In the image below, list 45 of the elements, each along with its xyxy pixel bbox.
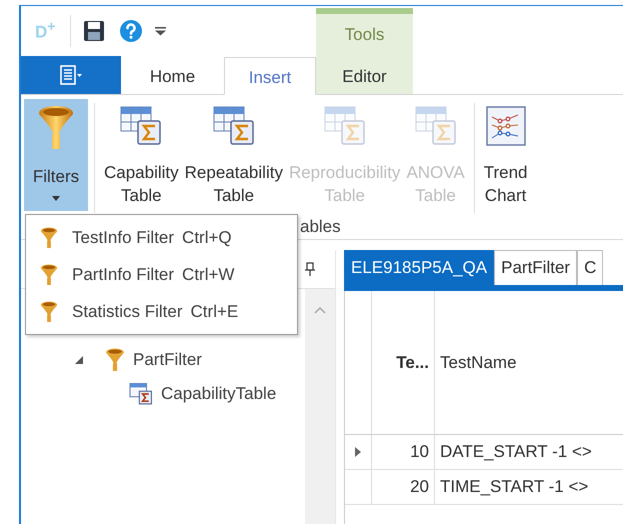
contextual-group-label: Tools <box>344 25 384 45</box>
dropdown-caret-icon <box>52 196 60 201</box>
help-icon[interactable] <box>118 19 143 43</box>
document-icon <box>60 65 82 85</box>
app-logo: D$^{+}$ <box>35 19 56 43</box>
customize-caret-icon[interactable] <box>154 26 166 36</box>
tree-item[interactable]: CapabilityTable <box>161 384 276 404</box>
menu-item[interactable]: PartInfo Filter Ctrl+W <box>26 256 297 293</box>
group-label: ables <box>300 217 341 237</box>
ribbon-tab[interactable]: Home <box>121 56 224 94</box>
save-icon[interactable] <box>82 20 105 42</box>
menu-item[interactable]: Statistics Filter Ctrl+E <box>26 293 297 330</box>
funnel-icon <box>105 348 125 372</box>
ribbon-button[interactable]: Trend Chart <box>480 99 530 211</box>
ribbon-tab[interactable]: Editor <box>316 56 413 94</box>
table-cell: 10 <box>372 435 435 469</box>
ribbon-button[interactable]: Capability Table <box>101 99 182 211</box>
ribbon-button[interactable]: Filters <box>24 99 88 211</box>
file-menu-button[interactable] <box>21 56 121 94</box>
document-tab[interactable]: C <box>577 250 604 285</box>
funnel-icon <box>40 264 58 286</box>
table-cell: 20 <box>372 470 435 504</box>
menu-item[interactable]: TestInfo Filter Ctrl+Q <box>26 219 297 256</box>
column-header[interactable]: Te... <box>372 291 435 434</box>
tree-item[interactable]: PartFilter <box>133 350 202 370</box>
scrollbar[interactable] <box>305 289 335 524</box>
funnel-icon <box>38 105 74 151</box>
table-sum-icon <box>120 105 162 147</box>
ribbon-tab[interactable]: Insert <box>224 57 316 95</box>
funnel-icon <box>40 300 58 322</box>
trend-chart-icon <box>486 105 526 147</box>
current-row-icon <box>355 447 361 457</box>
table-sum-icon <box>212 105 255 147</box>
expand-arrow-icon[interactable] <box>75 356 83 364</box>
document-tab[interactable]: ELE9185P5A_QA <box>344 250 494 285</box>
column-header[interactable]: TestName <box>435 291 522 434</box>
table-sum-icon <box>414 105 457 147</box>
pin-icon[interactable] <box>305 262 315 276</box>
table-cell-text: TIME_START -1 <> <box>439 476 590 498</box>
ribbon-button[interactable]: Repeatability Table <box>182 99 286 211</box>
table-sum-icon <box>324 105 366 147</box>
table-cell-text: DATE_START -1 <> <box>439 441 593 463</box>
table-sum-icon <box>129 383 153 405</box>
document-tab[interactable]: PartFilter <box>494 250 578 285</box>
funnel-icon <box>40 226 58 248</box>
